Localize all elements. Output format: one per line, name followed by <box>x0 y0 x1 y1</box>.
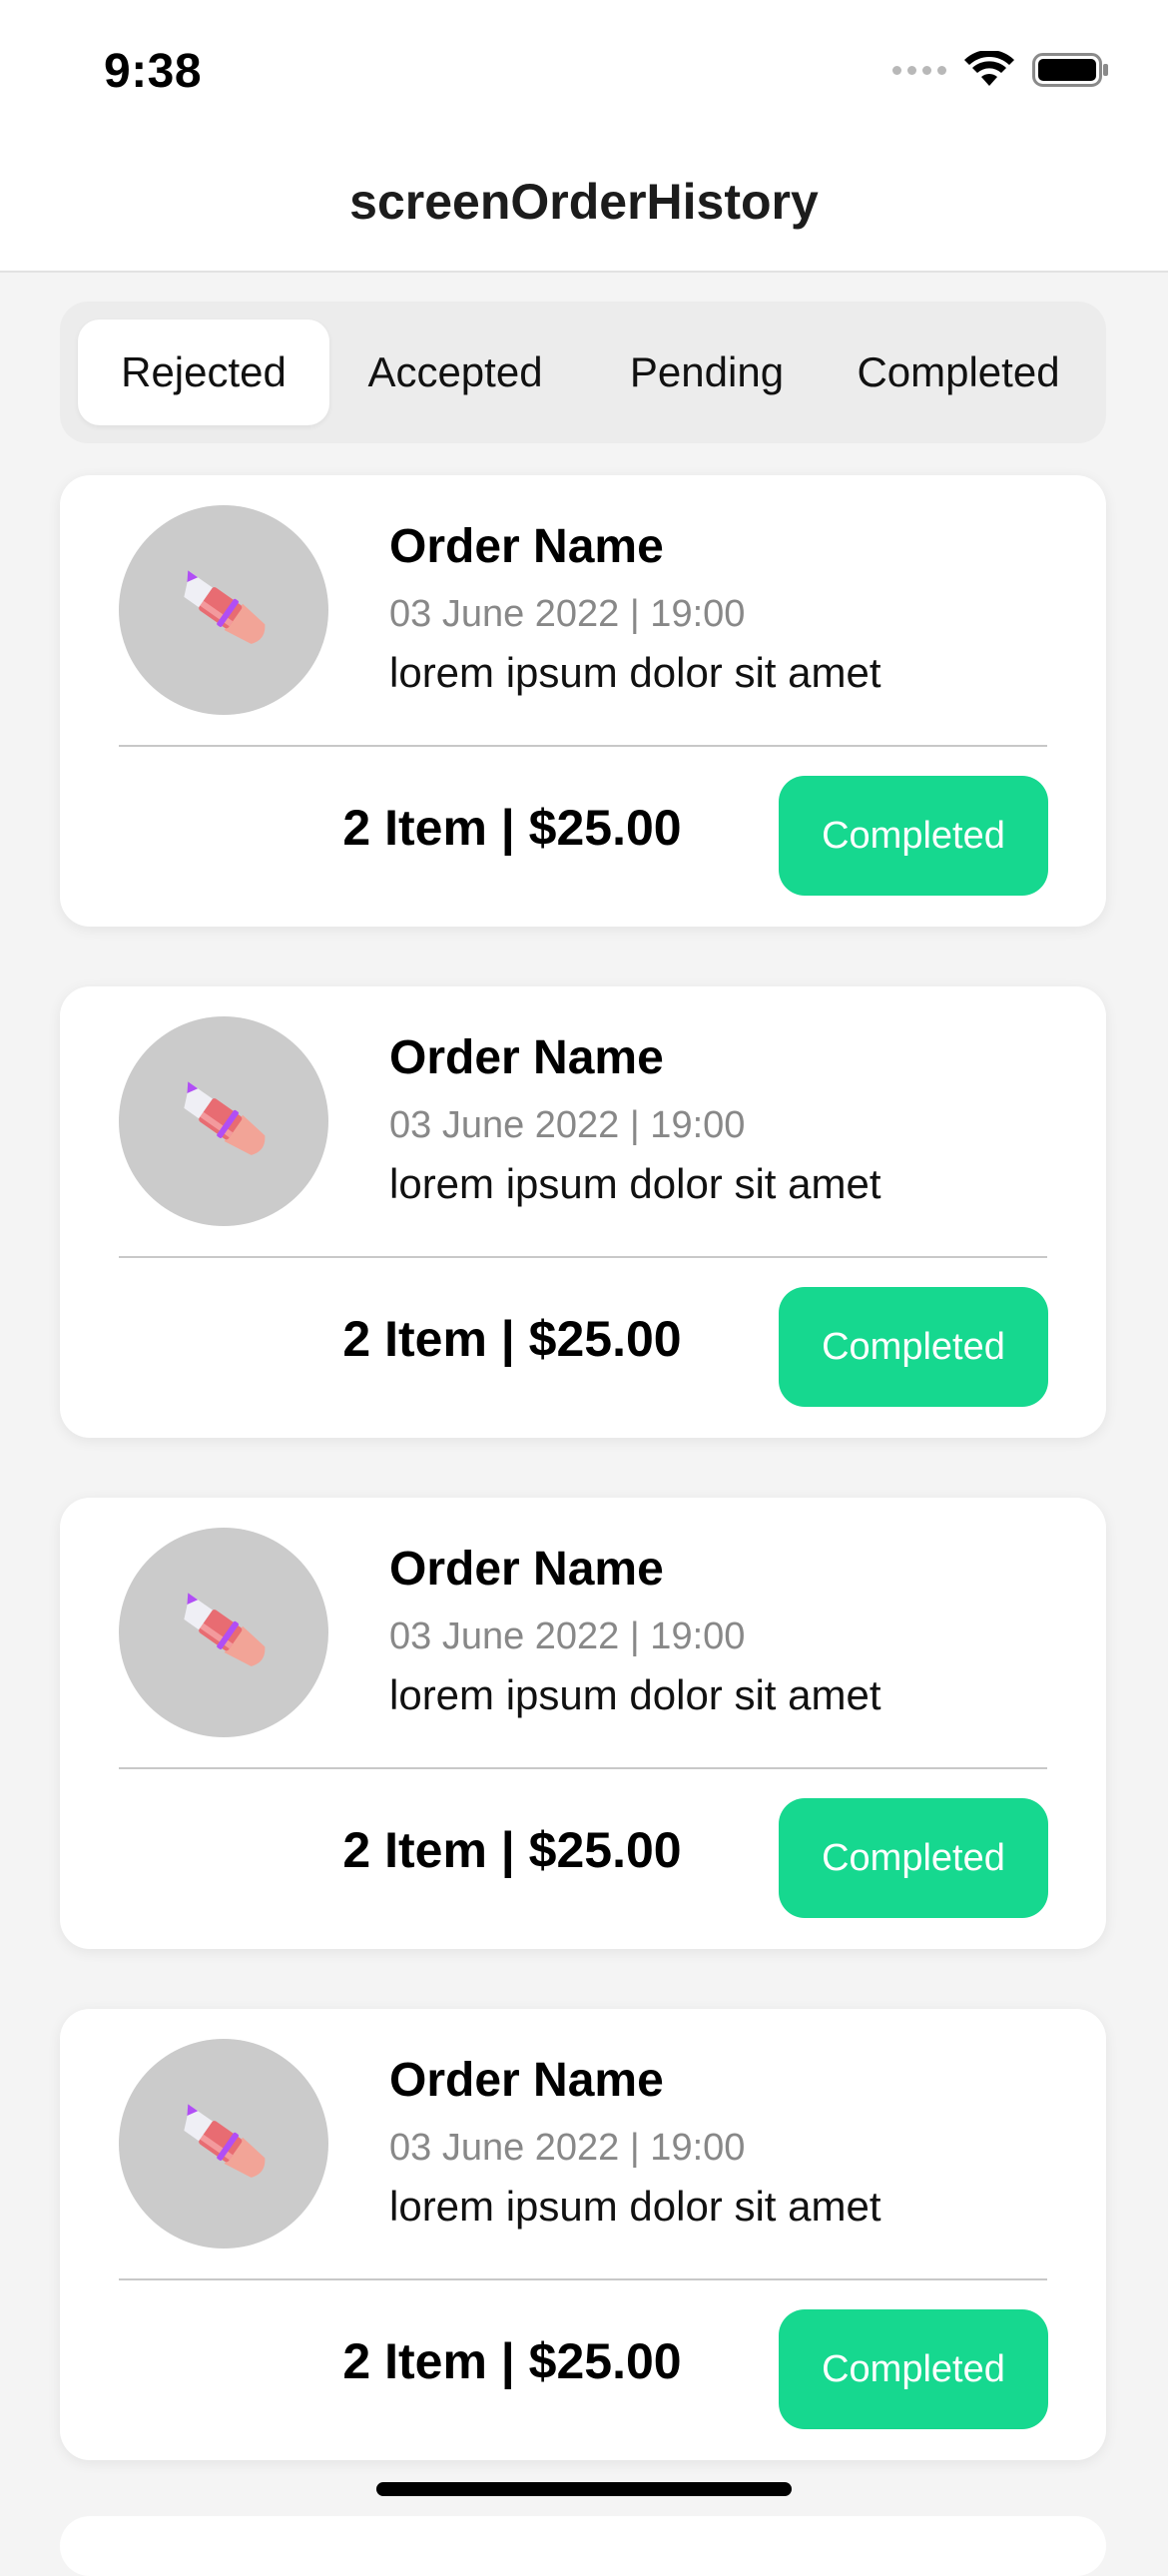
order-card[interactable]: Order Name 03 June 2022 | 19:00 lorem ip… <box>60 475 1106 927</box>
lipstick-icon <box>184 570 266 644</box>
order-card[interactable]: Order Name 03 June 2022 | 19:00 lorem ip… <box>60 986 1106 1438</box>
order-date: 03 June 2022 | 19:00 <box>389 1615 746 1657</box>
wifi-icon <box>964 51 1014 86</box>
battery-icon <box>1032 53 1108 87</box>
tab-accepted[interactable]: Accepted <box>329 320 581 425</box>
lipstick-icon <box>184 2104 266 2178</box>
order-card-partial[interactable] <box>60 2516 1106 2576</box>
status-button[interactable]: Completed <box>779 2309 1048 2429</box>
status-bar: 9:38 <box>0 0 1168 145</box>
order-summary: 2 Item | $25.00 <box>342 800 682 856</box>
lipstick-icon <box>184 1081 266 1155</box>
order-summary: 2 Item | $25.00 <box>342 2333 682 2389</box>
order-name: Order Name <box>389 520 664 573</box>
order-image <box>119 505 328 715</box>
order-card[interactable]: Order Name 03 June 2022 | 19:00 lorem ip… <box>60 1498 1106 1949</box>
order-date: 03 June 2022 | 19:00 <box>389 1104 746 1146</box>
order-image <box>119 1528 328 1737</box>
order-description: lorem ipsum dolor sit amet <box>389 2183 881 2230</box>
order-summary: 2 Item | $25.00 <box>342 1822 682 1878</box>
lipstick-icon <box>184 1593 266 1666</box>
order-description: lorem ipsum dolor sit amet <box>389 1671 881 1718</box>
navigation-bar: screenOrderHistory <box>0 145 1168 273</box>
tab-rejected[interactable]: Rejected <box>78 320 329 425</box>
order-description: lorem ipsum dolor sit amet <box>389 649 881 696</box>
tab-pending[interactable]: Pending <box>581 320 833 425</box>
order-status-tabs: Rejected Accepted Pending Completed <box>60 302 1106 443</box>
order-image <box>119 1016 328 1226</box>
status-button[interactable]: Completed <box>779 776 1048 896</box>
order-image <box>119 2039 328 2249</box>
cellular-signal-icon <box>892 65 946 75</box>
status-button[interactable]: Completed <box>779 1287 1048 1407</box>
order-card[interactable]: Order Name 03 June 2022 | 19:00 lorem ip… <box>60 2009 1106 2460</box>
order-summary: 2 Item | $25.00 <box>342 1311 682 1367</box>
status-button[interactable]: Completed <box>779 1798 1048 1918</box>
tab-completed[interactable]: Completed <box>833 320 1084 425</box>
divider <box>119 745 1047 747</box>
order-date: 03 June 2022 | 19:00 <box>389 593 746 635</box>
status-icons <box>892 50 1110 90</box>
order-description: lorem ipsum dolor sit amet <box>389 1160 881 1207</box>
order-name: Order Name <box>389 1031 664 1084</box>
order-name: Order Name <box>389 1543 664 1596</box>
divider <box>119 2278 1047 2280</box>
home-indicator[interactable] <box>376 2482 792 2496</box>
order-date: 03 June 2022 | 19:00 <box>389 2127 746 2169</box>
order-name: Order Name <box>389 2054 664 2107</box>
divider <box>119 1256 1047 1258</box>
page-title: screenOrderHistory <box>349 174 819 230</box>
divider <box>119 1767 1047 1769</box>
status-time: 9:38 <box>104 45 203 98</box>
